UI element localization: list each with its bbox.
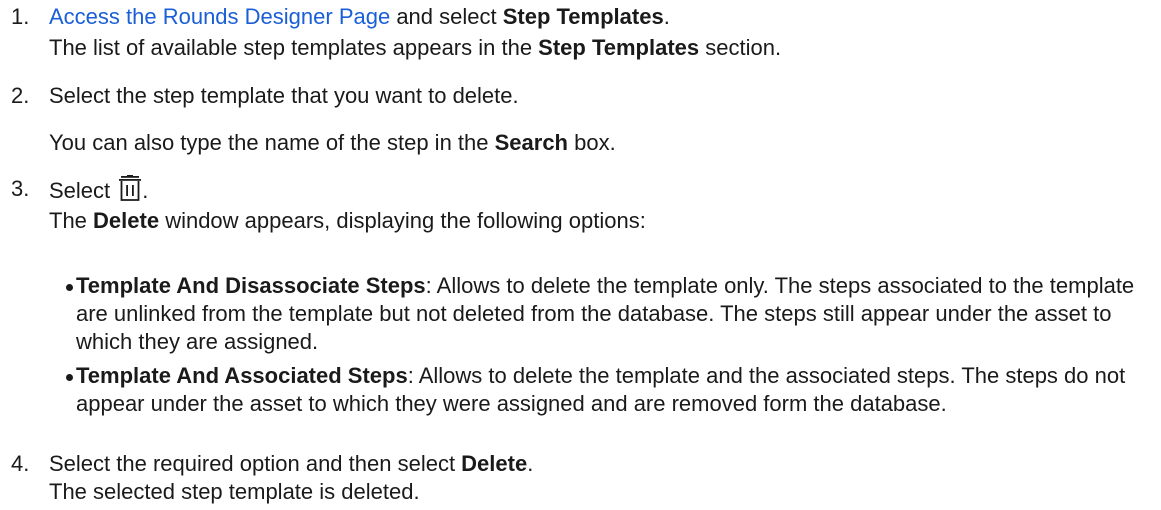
option-name: Template And Associated Steps (76, 363, 408, 388)
step-number: 3. (11, 176, 30, 201)
step-text: You can also type the name of the step i… (49, 130, 495, 155)
step-1-line-2: The list of available step templates app… (49, 34, 1157, 62)
step-text: The (49, 208, 94, 233)
delete-button-term: Delete (461, 451, 528, 476)
step-text: . (663, 4, 670, 29)
trash-icon (118, 175, 142, 203)
step-2-line-1: Select the step template that you want t… (49, 83, 519, 108)
rounds-designer-page-link[interactable]: Access the Rounds Designer Page (49, 4, 390, 29)
step-text: box. (568, 130, 616, 155)
step-templates-term: Step Templates (502, 4, 664, 29)
option-disassociate-steps: Template And Disassociate Steps: Allows … (66, 272, 1157, 356)
step-text: and select (390, 4, 503, 29)
search-term: Search (494, 130, 568, 155)
step-number: 2. (11, 83, 30, 108)
bullet-dot (66, 284, 73, 291)
step-4-line-1: Select the required option and then sele… (49, 450, 1157, 478)
option-text: Template And Disassociate Steps: Allows … (76, 272, 1157, 356)
step-text: . (142, 178, 149, 203)
delete-window-term: Delete (93, 208, 160, 233)
step-templates-term: Step Templates (538, 35, 700, 60)
option-associated-steps: Template And Associated Steps: Allows to… (66, 362, 1157, 418)
step-text: section. (699, 35, 782, 60)
option-text: Template And Associated Steps: Allows to… (76, 362, 1157, 418)
step-body: Select the required option and then sele… (49, 450, 1157, 506)
step-body: Select . The Delete window appears, disp… (49, 175, 1157, 235)
step-body: Access the Rounds Designer Page and sele… (49, 3, 1157, 62)
step-number: 1. (11, 4, 30, 29)
step-3-line-1: Select . (49, 175, 1157, 205)
step-text: . (527, 451, 534, 476)
option-name: Template And Disassociate Steps (76, 273, 426, 298)
bullet-dot (66, 374, 73, 381)
step-text: Select (49, 178, 117, 203)
step-number: 4. (11, 451, 30, 476)
step-3-line-2: The Delete window appears, displaying th… (49, 207, 1157, 235)
step-text: window appears, displaying the following… (159, 208, 646, 233)
step-2-note: You can also type the name of the step i… (49, 129, 1157, 157)
step-body: Select the step template that you want t… (49, 82, 1157, 157)
step-1-line-1: Access the Rounds Designer Page and sele… (49, 3, 1157, 31)
step-text: Select the required option and then sele… (49, 451, 462, 476)
step-text: The list of available step templates app… (49, 35, 539, 60)
procedure-document: 1. Access the Rounds Designer Page and s… (0, 0, 1161, 510)
step-4-line-2: The selected step template is deleted. (49, 479, 420, 504)
